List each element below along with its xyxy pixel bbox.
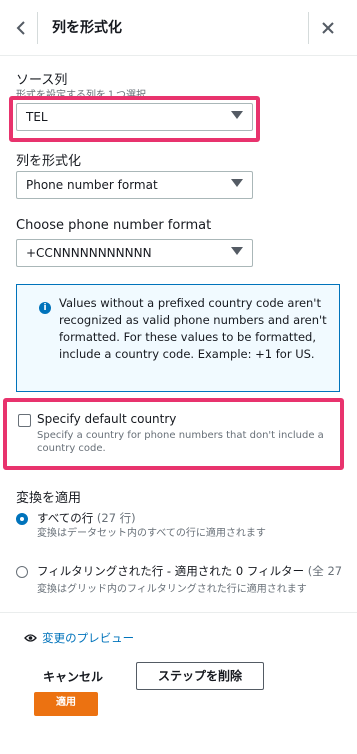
apply-button[interactable]: 適用 xyxy=(34,692,98,716)
phone-format-label: Choose phone number format xyxy=(16,218,212,233)
close-icon xyxy=(322,22,334,34)
preview-label: 変更のプレビュー xyxy=(42,631,135,645)
phone-format-value: +CCNNNNNNNNNNN xyxy=(26,246,152,260)
caret-down-icon xyxy=(231,111,243,119)
info-icon: i xyxy=(39,302,51,314)
filtered-rows-count: (全 27 xyxy=(307,564,343,578)
source-column-select[interactable]: TEL xyxy=(16,103,253,131)
phone-format-select[interactable]: +CCNNNNNNNNNNN xyxy=(16,239,253,267)
default-country-label[interactable]: Specify default country xyxy=(37,412,176,426)
header-divider xyxy=(308,12,309,44)
format-column-label: 列を形式化 xyxy=(16,154,82,169)
back-button[interactable] xyxy=(10,16,32,40)
default-country-description: Specify a country for phone numbers that… xyxy=(37,430,324,454)
header-divider xyxy=(37,12,38,44)
radio-all-rows[interactable] xyxy=(16,513,28,525)
radio-filtered-rows[interactable] xyxy=(16,566,28,578)
caret-down-icon xyxy=(231,179,243,187)
format-column-select[interactable]: Phone number format xyxy=(16,171,253,199)
info-alert: i Values without a prefixed country code… xyxy=(16,284,340,392)
all-rows-title-line[interactable]: すべての行 (27 行) xyxy=(37,510,136,526)
info-alert-text: Values without a prefixed country code a… xyxy=(59,296,327,361)
cancel-button[interactable]: キャンセル xyxy=(43,668,103,685)
section-divider xyxy=(0,612,357,613)
source-column-value: TEL xyxy=(26,110,48,124)
caret-down-icon xyxy=(231,247,243,255)
preview-link[interactable]: 変更のプレビュー xyxy=(24,627,134,646)
close-button[interactable] xyxy=(316,15,340,39)
filtered-rows-title-line[interactable]: フィルタリングされた行 - 適用された 0 フィルター (全 27 xyxy=(37,563,357,579)
all-rows-count: (27 行) xyxy=(96,511,136,525)
panel-title: 列を形式化 xyxy=(52,20,122,36)
filtered-rows-title: フィルタリングされた行 - 適用された 0 フィルター xyxy=(37,564,305,578)
chevron-left-icon xyxy=(16,21,25,35)
format-column-value: Phone number format xyxy=(26,178,158,192)
all-rows-title: すべての行 xyxy=(37,511,94,525)
eye-icon xyxy=(24,634,37,642)
delete-step-button[interactable]: ステップを削除 xyxy=(136,662,264,690)
apply-label: 変換を適用 xyxy=(16,491,82,506)
default-country-checkbox[interactable] xyxy=(18,414,31,427)
all-rows-description: 変換はデータセット内のすべての行に適用されます xyxy=(37,528,266,539)
filtered-rows-description: 変換はグリッド内のフィルタリングされた行に適用されます xyxy=(37,584,307,595)
